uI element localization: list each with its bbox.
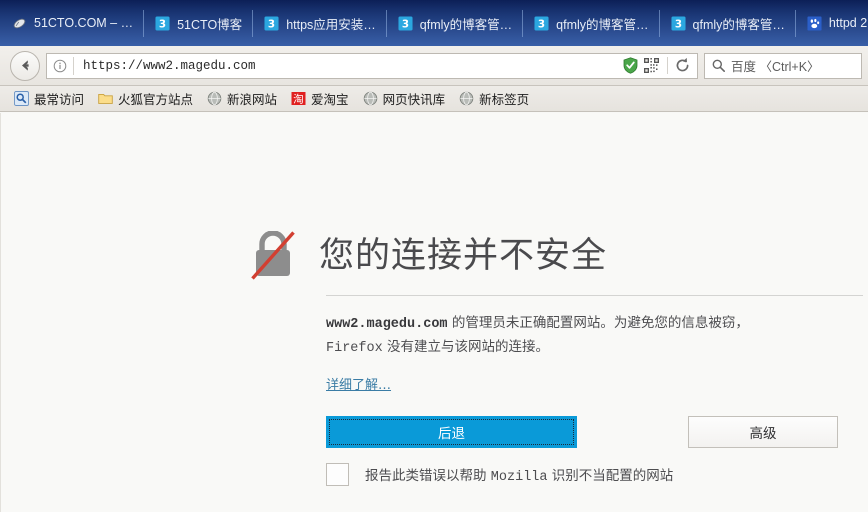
search-bar[interactable]: 百度 〈Ctrl+K〉 [704,52,862,79]
bookmark-item-new-tab[interactable]: 新标签页 [453,87,535,110]
folder-icon [98,93,113,104]
advanced-button[interactable]: 高级 [688,416,838,448]
browser-name: Firefox [326,341,383,357]
tab-strip: 51CTO.COM – … 3 51CTO博客 3 https应用安装… 3 q… [0,0,868,46]
mouse-icon [13,18,26,28]
broken-lock-icon [251,231,295,280]
bookmark-label: 网页快讯库 [382,93,446,107]
51cto-icon: 3 [398,15,413,31]
svg-text:3: 3 [268,18,275,30]
bookmark-item-news[interactable]: 网页快讯库 [357,87,452,110]
error-domain: www2.magedu.com [326,317,448,332]
browser-tab-3[interactable]: 3 qfmly的博客管… [385,0,523,46]
svg-text:3: 3 [159,18,166,30]
globe-icon [363,91,377,106]
browser-tab-0[interactable]: 51CTO.COM – … [0,0,144,46]
navigation-toolbar: https://www2.magedu.com 百度 〈Ctrl+K〉 [0,46,868,86]
svg-text:3: 3 [402,18,409,30]
browser-tab-4[interactable]: 3 qfmly的博客管… [522,0,659,46]
svg-text:3: 3 [674,18,681,30]
globe-icon [207,91,222,106]
url-bar[interactable]: https://www2.magedu.com [46,52,698,79]
url-text[interactable]: https://www2.magedu.com [74,59,617,73]
most-visited-icon [14,91,29,106]
error-button-row: 后退 高级 [326,416,838,448]
browser-tab-5[interactable]: 3 qfmly的博客管… [658,0,795,46]
report-error-label: 报告此类错误以帮助 Mozilla 识别不当配置的网站 [365,464,673,485]
tab-label: httpd 2 [828,16,868,30]
title-divider [326,295,863,296]
bookmark-item-taobao[interactable]: 淘 爱淘宝 [285,87,355,110]
51cto-icon: 3 [671,15,686,31]
info-circle-icon[interactable] [47,59,73,73]
error-description: www2.magedu.com 的管理员未正确配置网站。为避免您的信息被窃， Fi… [326,312,792,360]
bookmark-label: 爱淘宝 [311,93,349,107]
bookmark-item-firefox-sites[interactable]: 火狐官方站点 [92,87,199,110]
globe-icon [459,91,474,106]
browser-window: 51CTO.COM – … 3 51CTO博客 3 https应用安装… 3 q… [0,0,868,512]
tab-label: https应用安装… [286,17,376,32]
search-input[interactable]: 百度 〈Ctrl+K〉 [731,56,820,75]
reload-button[interactable] [667,57,691,74]
51cto-icon: 3 [155,15,170,31]
tab-label: 51CTO.COM – … [34,16,134,30]
go-back-button[interactable]: 后退 [326,416,577,448]
bookmark-label: 新浪网站 [227,93,278,107]
url-bar-icons [617,57,697,74]
report-text-2: 识别不当配置的网站 [547,468,674,484]
browser-tab-6[interactable]: httpd 2 [794,0,868,46]
report-error-row: 报告此类错误以帮助 Mozilla 识别不当配置的网站 [326,463,673,486]
tab-label: qfmly的博客管… [692,17,785,32]
bookmark-item-most-visited[interactable]: 最常访问 [8,87,90,110]
error-container: 您的连接并不安全 www2.magedu.com 的管理员未正确配置网站。为避免… [249,231,863,394]
51cto-icon: 3 [534,15,549,31]
error-text-suffix: 没有建立与该网站的连接。 [382,339,550,356]
browser-tab-1[interactable]: 3 51CTO博客 [143,0,253,46]
baidu-paw-icon [807,15,822,31]
svg-text:3: 3 [538,18,545,30]
error-text-middle: 的管理员未正确配置网站。为避免您的信息被窃， [447,315,749,331]
bookmark-item-sina[interactable]: 新浪网站 [201,87,283,110]
page-title: 您的连接并不安全 [319,235,608,276]
tab-label: qfmly的博客管… [419,17,513,32]
page-content: 您的连接并不安全 www2.magedu.com 的管理员未正确配置网站。为避免… [0,113,868,512]
report-error-checkbox[interactable] [326,463,349,486]
green-shield-icon[interactable] [623,57,638,74]
report-text-1: 报告此类错误以帮助 [365,468,491,484]
svg-text:淘: 淘 [293,92,304,105]
mozilla-name: Mozilla [490,470,548,485]
bookmark-label: 最常访问 [34,93,85,107]
back-button[interactable] [10,50,40,81]
bookmark-label: 新标签页 [479,93,530,107]
tab-label: qfmly的博客管… [556,17,649,32]
bookmarks-toolbar: 最常访问 火狐官方站点 新浪网站 淘 爱淘宝 网页快讯库 新标签页 [0,86,868,112]
taobao-icon: 淘 [291,92,306,105]
tab-label: 51CTO博客 [177,17,243,32]
51cto-icon: 3 [264,15,279,31]
browser-tab-2[interactable]: 3 https应用安装… [252,0,386,46]
search-icon [712,59,725,72]
learn-more-link[interactable]: 详细了解… [326,374,391,393]
qr-code-icon[interactable] [644,58,659,73]
reload-icon [676,57,689,72]
error-header: 您的连接并不安全 [249,231,863,281]
back-arrow-icon [21,60,29,71]
bookmark-label: 火狐官方站点 [118,93,194,107]
